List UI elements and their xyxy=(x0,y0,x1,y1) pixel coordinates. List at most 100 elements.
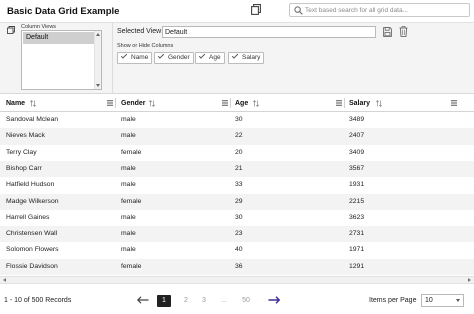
cell-gender: male xyxy=(121,246,136,254)
column-menu-icon[interactable] xyxy=(336,100,342,106)
cell-gender: male xyxy=(121,230,136,238)
items-per-page-value: 10 xyxy=(425,297,433,304)
toggle-column-label: Name xyxy=(131,54,149,61)
cell-name: Madge Wilkerson xyxy=(6,197,59,205)
cell-name: Christensen Wall xyxy=(6,230,58,238)
column-views-list[interactable]: Default xyxy=(21,30,102,90)
cell-age: 20 xyxy=(235,148,243,156)
cell-age: 23 xyxy=(235,230,243,238)
column-header-salary[interactable]: Salary xyxy=(343,95,474,111)
grid-body: Sandoval Mclean male 30 3489 Nieves Mack male… xyxy=(0,112,474,275)
cell-name: Sandoval Mclean xyxy=(6,116,59,123)
cell-salary: 2407 xyxy=(349,132,365,140)
column-header-label: Age xyxy=(235,100,249,107)
next-arrow-icon[interactable] xyxy=(268,296,280,304)
check-icon xyxy=(120,52,128,59)
column-views-icon[interactable] xyxy=(251,4,261,15)
toggle-column-age[interactable]: Age xyxy=(195,52,225,64)
cell-salary: 1291 xyxy=(349,262,365,270)
column-views-scrollbar[interactable] xyxy=(94,31,101,89)
cell-salary: 3567 xyxy=(349,164,365,172)
cell-age: 33 xyxy=(235,181,243,189)
sort-icon[interactable] xyxy=(376,100,382,107)
toggle-column-salary[interactable]: Salary xyxy=(228,52,265,64)
cell-salary: 1931 xyxy=(349,181,365,189)
column-header-label: Name xyxy=(6,100,26,107)
column-view-option-default[interactable]: Default xyxy=(23,32,94,44)
items-per-page-select[interactable]: 10 xyxy=(421,294,464,307)
cell-name: Nieves Mack xyxy=(6,132,45,140)
check-icon xyxy=(198,52,206,59)
settings-panel: Column Views Default Selected View: Show… xyxy=(0,22,474,94)
table-row[interactable]: Madge Wilkerson female 29 2215 xyxy=(0,193,474,210)
page-ellipsis: ... xyxy=(221,297,227,304)
table-row[interactable]: Bishop Carr male 21 3567 xyxy=(0,160,474,178)
items-per-page-label: Items per Page xyxy=(369,297,417,304)
cell-gender: male xyxy=(121,132,136,140)
table-row[interactable]: Flossie Davidson female 36 1291 xyxy=(0,258,474,275)
cell-age: 36 xyxy=(235,262,243,270)
cell-age: 21 xyxy=(235,164,243,172)
column-header-label: Gender xyxy=(121,100,146,107)
cell-gender: male xyxy=(121,116,136,123)
sort-icon[interactable] xyxy=(253,100,259,107)
chevron-down-icon xyxy=(456,299,460,302)
toggle-column-name[interactable]: Name xyxy=(117,52,153,64)
toggle-column-gender[interactable]: Gender xyxy=(154,52,194,64)
search-input[interactable] xyxy=(305,5,465,16)
column-menu-icon[interactable] xyxy=(451,100,457,106)
show-hide-columns-label: Show or Hide Columns xyxy=(117,43,174,49)
cell-age: 22 xyxy=(235,132,243,140)
table-row[interactable]: Christensen Wall male 23 2731 xyxy=(0,226,474,243)
table-row[interactable]: Harrell Gaines male 30 3623 xyxy=(0,210,474,226)
grid-footer: 1 - 10 of 500 Records 1 2 3 ... 50 Items… xyxy=(0,287,474,314)
column-header-label: Salary xyxy=(349,100,371,107)
cell-salary: 3409 xyxy=(349,148,365,156)
table-row[interactable]: Terry Clay female 20 3409 xyxy=(0,145,474,161)
page-title: Basic Data Grid Example xyxy=(7,6,120,17)
page-button-1[interactable]: 1 xyxy=(157,295,171,307)
search-box[interactable] xyxy=(289,3,470,17)
column-header-name[interactable]: Name xyxy=(0,95,115,111)
column-views-panel-icon xyxy=(7,26,15,34)
cell-age: 29 xyxy=(235,197,243,205)
cell-age: 40 xyxy=(235,246,243,254)
trash-icon[interactable] xyxy=(399,26,408,37)
cell-name: Harrell Gaines xyxy=(6,213,50,221)
column-menu-icon[interactable] xyxy=(222,100,228,106)
column-header-age[interactable]: Age xyxy=(229,95,344,111)
prev-arrow-icon[interactable] xyxy=(137,296,149,304)
settings-divider xyxy=(112,23,113,94)
toggle-column-label: Salary xyxy=(242,54,261,61)
cell-gender: female xyxy=(121,148,142,156)
cell-salary: 3623 xyxy=(349,213,365,221)
sort-icon[interactable] xyxy=(149,100,155,107)
scroll-right-icon[interactable] xyxy=(468,278,471,282)
cell-name: Hatfield Hudson xyxy=(6,181,55,189)
selected-view-input[interactable] xyxy=(162,26,376,38)
page-button-50[interactable]: 50 xyxy=(239,295,253,307)
check-icon xyxy=(157,52,165,59)
scroll-down-icon[interactable] xyxy=(96,84,100,87)
horizontal-scrollbar[interactable] xyxy=(0,276,474,284)
cell-name: Flossie Davidson xyxy=(6,262,58,270)
save-icon[interactable] xyxy=(383,27,392,37)
column-menu-icon[interactable] xyxy=(107,100,113,106)
table-row[interactable]: Nieves Mack male 22 2407 xyxy=(0,128,474,145)
cell-name: Terry Clay xyxy=(6,148,37,156)
table-row[interactable]: Sandoval Mclean male 30 3489 xyxy=(0,112,474,128)
table-row[interactable]: Solomon Flowers male 40 1971 xyxy=(0,242,474,258)
column-header-gender[interactable]: Gender xyxy=(115,95,230,111)
scroll-left-icon[interactable] xyxy=(3,278,6,282)
sort-icon[interactable] xyxy=(30,100,36,107)
cell-gender: male xyxy=(121,213,136,221)
page-button-3[interactable]: 3 xyxy=(197,295,211,307)
cell-salary: 2215 xyxy=(349,197,365,205)
scroll-up-icon[interactable] xyxy=(96,33,100,36)
page-button-2[interactable]: 2 xyxy=(179,295,193,307)
toggle-column-label: Gender xyxy=(168,54,190,61)
table-row[interactable]: Hatfield Hudson male 33 1931 xyxy=(0,177,474,193)
selected-view-label: Selected View: xyxy=(117,28,164,35)
cell-salary: 1971 xyxy=(349,246,365,254)
search-icon xyxy=(294,6,303,15)
